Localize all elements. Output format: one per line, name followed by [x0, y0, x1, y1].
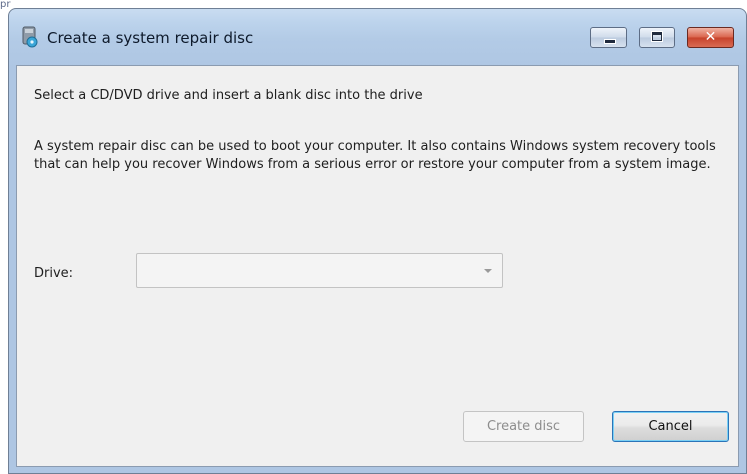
repair-disc-icon [21, 26, 39, 48]
window-title: Create a system repair disc [47, 29, 254, 47]
minimize-button[interactable] [590, 27, 627, 48]
drive-label: Drive: [34, 266, 74, 281]
description-text: A system repair disc can be used to boot… [34, 139, 716, 172]
minimize-icon [604, 39, 616, 44]
chevron-down-icon [484, 269, 492, 273]
dialog-window: Create a system repair disc ✕ Select a C… [8, 8, 747, 474]
dialog-body: Select a CD/DVD drive and insert a blank… [16, 65, 739, 467]
instruction-heading: Select a CD/DVD drive and insert a blank… [34, 88, 423, 103]
cancel-button[interactable]: Cancel [612, 411, 729, 442]
close-button[interactable]: ✕ [687, 27, 734, 48]
maximize-button[interactable] [639, 27, 675, 48]
close-icon: ✕ [704, 29, 717, 45]
drive-dropdown[interactable] [136, 253, 503, 288]
maximize-icon [652, 32, 662, 41]
title-bar[interactable]: Create a system repair disc ✕ [9, 9, 746, 67]
create-disc-button[interactable]: Create disc [463, 411, 584, 442]
